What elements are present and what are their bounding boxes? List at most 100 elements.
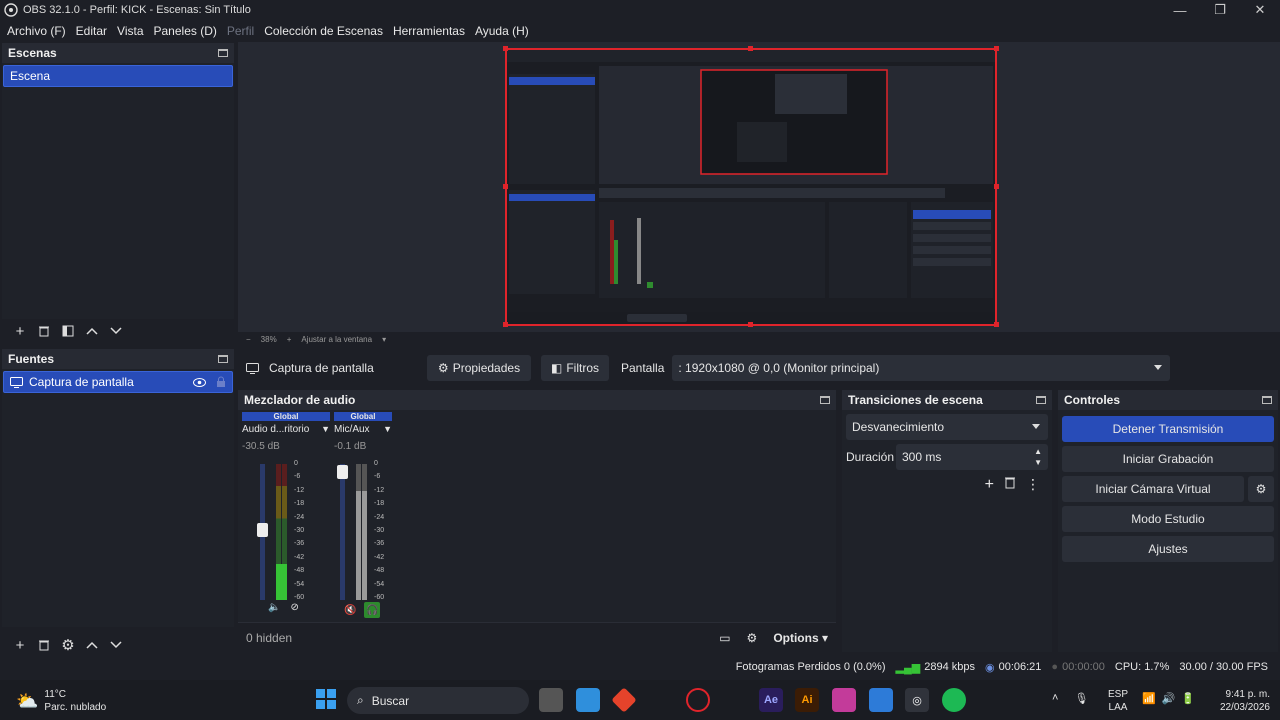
- muted-speaker-icon[interactable]: 🔇: [344, 605, 356, 616]
- transition-select[interactable]: Desvanecimiento: [846, 414, 1048, 440]
- taskbar-search[interactable]: ⌕ Buscar: [347, 687, 529, 714]
- minimize-icon[interactable]: —: [1160, 0, 1200, 20]
- menu-archivo[interactable]: Archivo (F): [2, 24, 71, 38]
- menu-herramientas[interactable]: Herramientas: [388, 24, 470, 38]
- meter-tick-label: -42: [374, 553, 385, 561]
- menu-editar[interactable]: Editar: [71, 24, 112, 38]
- resize-handle[interactable]: [503, 184, 508, 189]
- eye-icon[interactable]: [193, 377, 206, 387]
- illustrator-icon[interactable]: Ai: [795, 688, 819, 712]
- gear-icon[interactable]: ⚙: [747, 631, 758, 645]
- zoom-fit-select[interactable]: Ajustar a la ventana: [301, 335, 372, 344]
- spin-arrows-icon[interactable]: ▲ ▼: [1034, 446, 1042, 468]
- trash-icon[interactable]: [1004, 476, 1016, 494]
- move-down-icon[interactable]: [104, 633, 128, 657]
- language-indicator[interactable]: ESP LAA: [1108, 688, 1128, 714]
- search-label: Buscar: [371, 693, 410, 708]
- resize-handle[interactable]: [748, 322, 753, 327]
- windows-start-icon[interactable]: [315, 688, 339, 712]
- meter-tick-label: -36: [294, 540, 305, 548]
- source-settings-gear-icon[interactable]: ⚙: [56, 633, 80, 657]
- headphones-icon[interactable]: 🎧: [364, 602, 381, 618]
- monitor-off-icon[interactable]: ⊘: [290, 602, 298, 613]
- remove-scene-icon[interactable]: [32, 319, 56, 343]
- options-button[interactable]: Options ▾: [773, 631, 828, 645]
- menu-coleccion[interactable]: Colección de Escenas: [259, 24, 388, 38]
- filter-icon: ◧: [550, 361, 563, 375]
- move-up-icon[interactable]: [80, 319, 104, 343]
- menu-perfil[interactable]: Perfil: [222, 24, 259, 38]
- system-status[interactable]: 📶 🔊 🔋: [1142, 692, 1195, 705]
- audio-mixer-dock: Mezclador de audio Global Audio d...rito…: [238, 390, 836, 652]
- screen-select[interactable]: : 1920x1080 @ 0,0 (Monitor principal): [672, 355, 1171, 381]
- properties-button[interactable]: ⚙ Propiedades: [427, 355, 531, 381]
- maximize-icon[interactable]: ❐: [1200, 0, 1240, 20]
- zoom-out-button[interactable]: −: [246, 335, 251, 344]
- weather-temp: 11°C: [44, 689, 67, 700]
- instagram-icon[interactable]: [832, 688, 856, 712]
- resize-handle[interactable]: [994, 46, 999, 51]
- menu-vista[interactable]: Vista: [112, 24, 148, 38]
- resize-handle[interactable]: [994, 184, 999, 189]
- scene-item[interactable]: Escena: [3, 65, 233, 87]
- zoom-in-button[interactable]: +: [287, 335, 292, 344]
- speaker-icon[interactable]: 🔈: [268, 602, 280, 613]
- hidden-count: 0 hidden: [246, 630, 293, 645]
- start-recording-button[interactable]: Iniciar Grabación: [1062, 446, 1274, 472]
- weather-widget[interactable]: ⛅ 11°C Parc. nublado: [16, 688, 106, 714]
- photos-icon[interactable]: [869, 688, 893, 712]
- move-up-icon[interactable]: [80, 633, 104, 657]
- source-item[interactable]: Captura de pantalla: [3, 371, 233, 393]
- stop-stream-button[interactable]: Detener Transmisión: [1062, 416, 1274, 442]
- add-scene-icon[interactable]: +: [8, 319, 32, 343]
- move-down-icon[interactable]: [104, 319, 128, 343]
- chevron-down-icon[interactable]: ▼: [321, 424, 330, 435]
- close-icon[interactable]: ✕: [1240, 0, 1280, 20]
- more-vertical-icon[interactable]: ⋮: [1026, 476, 1040, 494]
- settings-button[interactable]: Ajustes: [1062, 536, 1274, 562]
- resize-handle[interactable]: [503, 46, 508, 51]
- chevron-down-icon[interactable]: ▼: [383, 424, 392, 435]
- chevron-down-icon[interactable]: ▾: [382, 335, 386, 344]
- copilot-icon[interactable]: [576, 688, 600, 712]
- task-view-icon[interactable]: [539, 688, 563, 712]
- undock-icon[interactable]: [820, 396, 830, 404]
- scene-filter-icon[interactable]: [56, 319, 80, 343]
- filters-button[interactable]: ◧ Filtros: [541, 355, 609, 381]
- meter-tick-label: -60: [374, 594, 385, 601]
- remove-source-icon[interactable]: [32, 633, 56, 657]
- lock-icon[interactable]: [216, 376, 226, 388]
- menu-ayuda[interactable]: Ayuda (H): [470, 24, 534, 38]
- duration-spinbox[interactable]: 300 ms ▲ ▼: [896, 444, 1048, 470]
- dropped-frames: Fotogramas Perdidos 0 (0.0%): [735, 661, 886, 673]
- add-source-icon[interactable]: +: [8, 633, 32, 657]
- clock[interactable]: 9:41 p. m. 22/03/2026: [1208, 688, 1270, 714]
- studio-mode-button[interactable]: Modo Estudio: [1062, 506, 1274, 532]
- meter-tick-label: -12: [374, 486, 385, 494]
- microphone-icon[interactable]: 🎙: [1074, 692, 1088, 705]
- record-status-icon: ●: [1051, 661, 1059, 673]
- after-effects-icon[interactable]: Ae: [759, 688, 783, 712]
- screen-capture-preview[interactable]: [505, 48, 997, 326]
- resize-handle[interactable]: [994, 322, 999, 327]
- spotify-icon[interactable]: [942, 688, 966, 712]
- resize-handle[interactable]: [503, 322, 508, 327]
- virtual-cam-settings-gear-icon[interactable]: ⚙: [1248, 476, 1274, 502]
- undock-icon[interactable]: [1036, 396, 1046, 404]
- start-virtual-cam-button[interactable]: Iniciar Cámara Virtual: [1062, 476, 1244, 502]
- opera-icon[interactable]: [686, 688, 710, 712]
- layout-icon[interactable]: ▭: [719, 631, 730, 645]
- menu-paneles[interactable]: Paneles (D): [149, 24, 222, 38]
- undock-icon[interactable]: [218, 49, 228, 57]
- obs-taskbar-icon[interactable]: ◎: [905, 688, 929, 712]
- app-diamond-icon[interactable]: [611, 687, 637, 713]
- add-icon[interactable]: +: [985, 476, 994, 494]
- chevron-up-icon[interactable]: ˄: [1052, 692, 1058, 705]
- volume-handle[interactable]: [257, 523, 268, 538]
- undock-icon[interactable]: [218, 355, 228, 363]
- resize-handle[interactable]: [748, 46, 753, 51]
- scene-item-label: Escena: [10, 69, 51, 83]
- undock-icon[interactable]: [1262, 396, 1272, 404]
- meter-tick-label: 0: [294, 460, 298, 467]
- volume-handle[interactable]: [337, 464, 348, 479]
